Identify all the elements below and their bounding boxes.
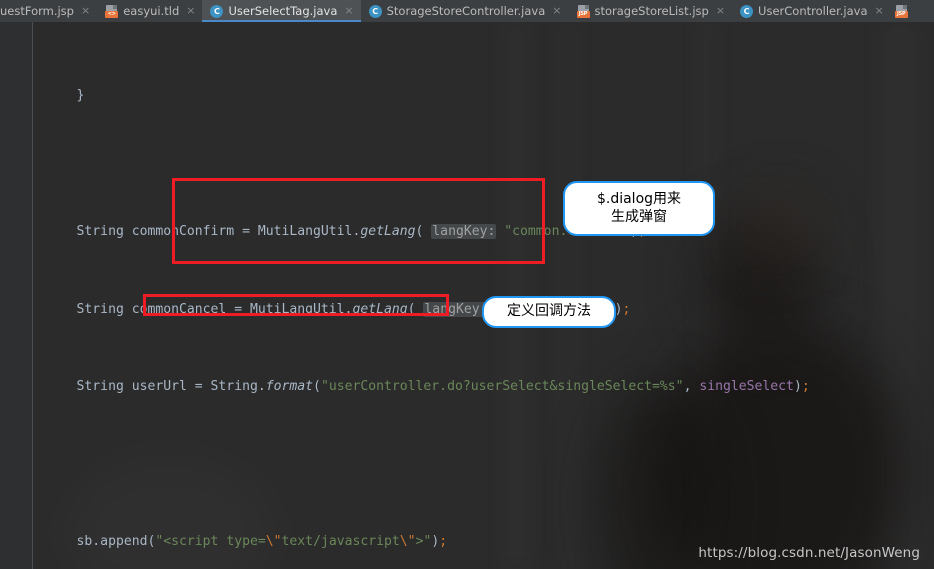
code-editor[interactable]: } String commonConfirm = MutiLangUtil.ge…	[0, 22, 934, 569]
tab-overflow-partial[interactable]: JSP	[891, 0, 908, 22]
tab-StorageStoreController-java[interactable]: C StorageStoreController.java ×	[361, 0, 569, 22]
tab-close-icon[interactable]: ×	[344, 0, 353, 22]
jsp-ribbon-label: JSP	[576, 10, 590, 18]
dialog-callout-line2: 生成弹窗	[611, 208, 667, 225]
code-content[interactable]: } String commonConfirm = MutiLangUtil.ge…	[0, 22, 934, 569]
tab-label: StorageStoreController.java	[386, 4, 546, 18]
dialog-callout-line1: $.dialog用来	[596, 191, 682, 207]
code-line: String userUrl = String.format("userCont…	[45, 379, 810, 395]
jsp-file-icon: JSP	[894, 4, 908, 18]
editor-tab-bar[interactable]: uestForm.jsp × <> easyui.tld × C UserSel…	[0, 0, 934, 22]
callback-callout: 定义回调方法	[482, 296, 616, 328]
tab-label: storageStoreList.jsp	[594, 4, 709, 18]
inlay-hint-langkey: langKey:	[423, 301, 489, 317]
tab-label: uestForm.jsp	[0, 4, 74, 18]
java-class-icon: C	[210, 4, 224, 18]
tab-close-icon[interactable]: ×	[875, 0, 884, 22]
code-line: String commonConfirm = MutiLangUtil.getL…	[45, 224, 646, 240]
tld-file-icon: <>	[105, 4, 119, 18]
java-class-icon: C	[368, 4, 382, 18]
tab-storageStoreList-jsp[interactable]: JSP storageStoreList.jsp ×	[569, 0, 733, 22]
tab-label: UserSelectTag.java	[228, 4, 338, 18]
tab-label: UserController.java	[758, 4, 868, 18]
watermark-url: https://blog.csdn.net/JasonWeng	[698, 545, 920, 561]
jsp-ribbon-label: JSP	[894, 10, 908, 18]
callback-callout-line1: 定义回调方法	[507, 303, 591, 320]
tab-uestForm-jsp[interactable]: uestForm.jsp ×	[0, 0, 97, 22]
tab-UserSelectTag-java[interactable]: C UserSelectTag.java ×	[202, 0, 361, 22]
jsp-file-icon: JSP	[576, 4, 590, 18]
code-line: }	[45, 88, 85, 104]
tab-close-icon[interactable]: ×	[81, 0, 90, 22]
ide-window: uestForm.jsp × <> easyui.tld × C UserSel…	[0, 0, 934, 569]
tld-ribbon-label: <>	[105, 10, 119, 18]
inlay-hint-langkey: langKey:	[431, 224, 497, 240]
java-class-icon: C	[740, 4, 754, 18]
tab-close-icon[interactable]: ×	[716, 0, 725, 22]
tab-close-icon[interactable]: ×	[186, 0, 195, 22]
code-line: String commonCancel = MutiLangUtil.getLa…	[45, 301, 631, 317]
tab-label: easyui.tld	[123, 4, 180, 18]
dialog-callout: $.dialog用来 生成弹窗	[563, 181, 715, 236]
tab-close-icon[interactable]: ×	[552, 0, 561, 22]
tab-UserController-java[interactable]: C UserController.java ×	[732, 0, 891, 22]
tab-easyui-tld[interactable]: <> easyui.tld ×	[97, 0, 202, 22]
